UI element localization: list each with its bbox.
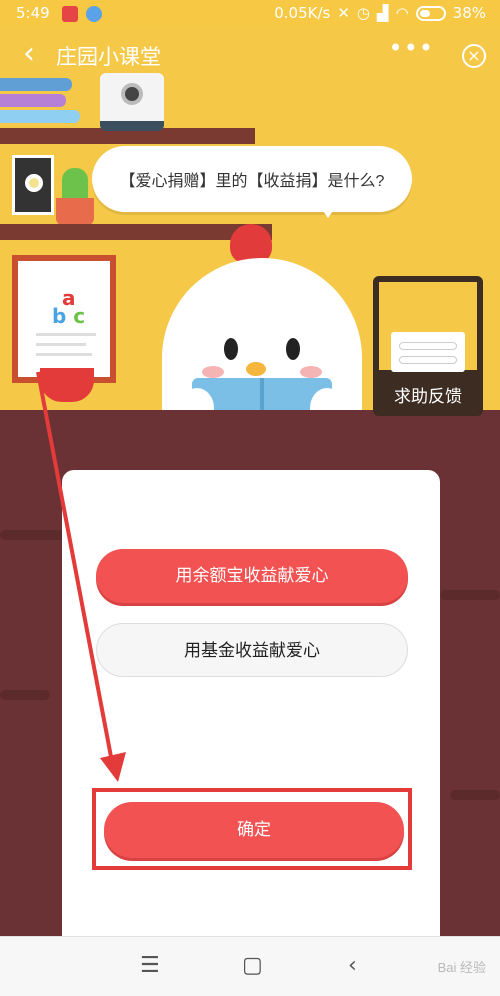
system-nav-bar: ☰ ▢ ‹ Bai 经验 — [0, 936, 500, 996]
back-arrow-icon[interactable]: ‹ — [348, 953, 357, 978]
annotation-arrow-icon — [36, 371, 126, 782]
watermark: Bai 经验 — [437, 960, 486, 975]
square-home-icon[interactable]: ▢ — [242, 953, 263, 978]
menu-icon[interactable]: ☰ — [140, 953, 160, 978]
